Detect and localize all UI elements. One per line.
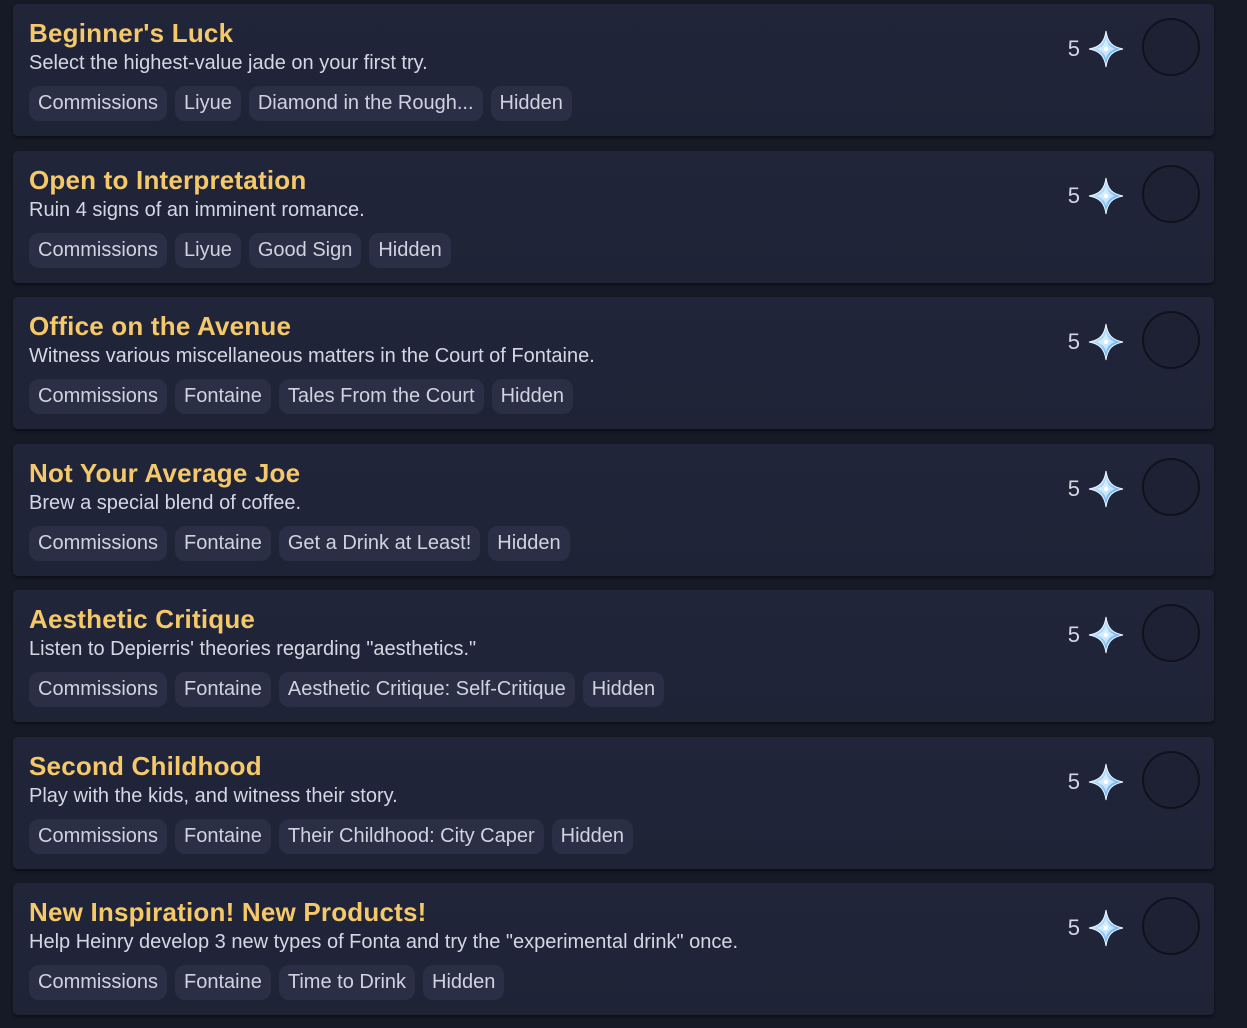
achievement-description: Brew a special blend of coffee. — [29, 492, 302, 514]
achievement-card: Second Childhood Play with the kids, and… — [13, 737, 1214, 869]
tag-hidden[interactable]: Hidden — [582, 672, 665, 707]
tag-hidden[interactable]: Hidden — [369, 233, 451, 268]
tag-hidden[interactable]: Hidden — [423, 965, 505, 1000]
achievement-description: Listen to Depierris' theories regarding … — [29, 638, 477, 660]
tag-region[interactable]: Fontaine — [175, 965, 271, 1000]
primogem-icon — [1088, 616, 1124, 654]
tag-region[interactable]: Fontaine — [175, 819, 271, 854]
tag-region[interactable]: Fontaine — [175, 672, 271, 707]
completion-checkbox[interactable] — [1142, 897, 1200, 955]
achievement-description: Play with the kids, and witness their st… — [29, 785, 398, 807]
achievement-tags: Commissions Fontaine Their Childhood: Ci… — [29, 819, 634, 854]
reward-count: 5 — [1067, 36, 1080, 61]
achievement-title: New Inspiration! New Products! — [29, 897, 427, 927]
primogem-icon — [1088, 909, 1124, 947]
tag-quest[interactable]: Tales From the Court — [278, 379, 484, 414]
achievement-card: Open to Interpretation Ruin 4 signs of a… — [13, 151, 1214, 283]
achievement-description: Help Heinry develop 3 new types of Fonta… — [29, 931, 739, 953]
tag-region[interactable]: Liyue — [175, 233, 241, 268]
achievement-card: Beginner's Luck Select the highest-value… — [13, 4, 1214, 136]
achievement-title: Second Childhood — [29, 751, 262, 781]
achievement-card: Office on the Avenue Witness various mis… — [13, 297, 1214, 429]
tag-hidden[interactable]: Hidden — [490, 86, 572, 121]
completion-checkbox[interactable] — [1142, 458, 1200, 516]
achievement-card: Not Your Average Joe Brew a special blen… — [13, 444, 1214, 576]
reward: 5 — [1068, 909, 1124, 947]
tag-category[interactable]: Commissions — [29, 965, 168, 1000]
primogem-icon — [1088, 30, 1124, 68]
tag-region[interactable]: Liyue — [175, 86, 241, 121]
achievement-tags: Commissions Fontaine Time to Drink Hidde… — [29, 965, 505, 1000]
tag-category[interactable]: Commissions — [29, 86, 168, 121]
reward-count: 5 — [1067, 622, 1080, 647]
achievement-tags: Commissions Fontaine Tales From the Cour… — [29, 379, 573, 414]
achievement-card: New Inspiration! New Products! Help Hein… — [13, 883, 1214, 1015]
achievement-tags: Commissions Liyue Diamond in the Rough..… — [29, 86, 572, 121]
tag-quest[interactable]: Get a Drink at Least! — [278, 526, 481, 561]
tag-region[interactable]: Fontaine — [175, 379, 271, 414]
tag-quest[interactable]: Diamond in the Rough... — [248, 86, 483, 121]
tag-category[interactable]: Commissions — [29, 819, 168, 854]
achievement-description: Select the highest-value jade on your fi… — [29, 52, 428, 74]
achievement-list: Beginner's Luck Select the highest-value… — [0, 0, 1247, 1028]
reward: 5 — [1068, 470, 1124, 508]
reward-count: 5 — [1067, 183, 1080, 208]
tag-hidden[interactable]: Hidden — [491, 379, 573, 414]
reward-count: 5 — [1067, 915, 1080, 940]
reward: 5 — [1068, 763, 1124, 801]
achievement-title: Open to Interpretation — [29, 165, 307, 195]
achievement-description: Ruin 4 signs of an imminent romance. — [29, 199, 365, 221]
primogem-icon — [1088, 177, 1124, 215]
primogem-icon — [1088, 323, 1124, 361]
achievement-title: Office on the Avenue — [29, 311, 292, 341]
completion-checkbox[interactable] — [1142, 18, 1200, 76]
tag-hidden[interactable]: Hidden — [488, 526, 570, 561]
reward-count: 5 — [1067, 329, 1080, 354]
primogem-icon — [1088, 470, 1124, 508]
completion-checkbox[interactable] — [1142, 311, 1200, 369]
achievement-tags: Commissions Liyue Good Sign Hidden — [29, 233, 451, 268]
tag-quest[interactable]: Aesthetic Critique: Self-Critique — [278, 672, 575, 707]
achievement-description: Witness various miscellaneous matters in… — [29, 345, 595, 367]
achievement-card: Aesthetic Critique Listen to Depierris' … — [13, 590, 1214, 722]
tag-quest[interactable]: Time to Drink — [278, 965, 416, 1000]
reward: 5 — [1068, 616, 1124, 654]
achievement-title: Beginner's Luck — [29, 18, 234, 48]
completion-checkbox[interactable] — [1142, 604, 1200, 662]
reward-count: 5 — [1067, 769, 1080, 794]
reward: 5 — [1068, 177, 1124, 215]
completion-checkbox[interactable] — [1142, 751, 1200, 809]
tag-category[interactable]: Commissions — [29, 672, 168, 707]
tag-quest[interactable]: Good Sign — [248, 233, 362, 268]
achievement-title: Aesthetic Critique — [29, 604, 256, 634]
completion-checkbox[interactable] — [1142, 165, 1200, 223]
reward-count: 5 — [1067, 476, 1080, 501]
reward: 5 — [1068, 323, 1124, 361]
achievement-title: Not Your Average Joe — [29, 458, 301, 488]
tag-category[interactable]: Commissions — [29, 379, 168, 414]
tag-quest[interactable]: Their Childhood: City Caper — [278, 819, 544, 854]
achievement-tags: Commissions Fontaine Get a Drink at Leas… — [29, 526, 570, 561]
achievement-tags: Commissions Fontaine Aesthetic Critique:… — [29, 672, 665, 707]
reward: 5 — [1068, 30, 1124, 68]
tag-region[interactable]: Fontaine — [175, 526, 271, 561]
tag-hidden[interactable]: Hidden — [551, 819, 634, 854]
tag-category[interactable]: Commissions — [29, 526, 168, 561]
tag-category[interactable]: Commissions — [29, 233, 168, 268]
primogem-icon — [1088, 763, 1124, 801]
